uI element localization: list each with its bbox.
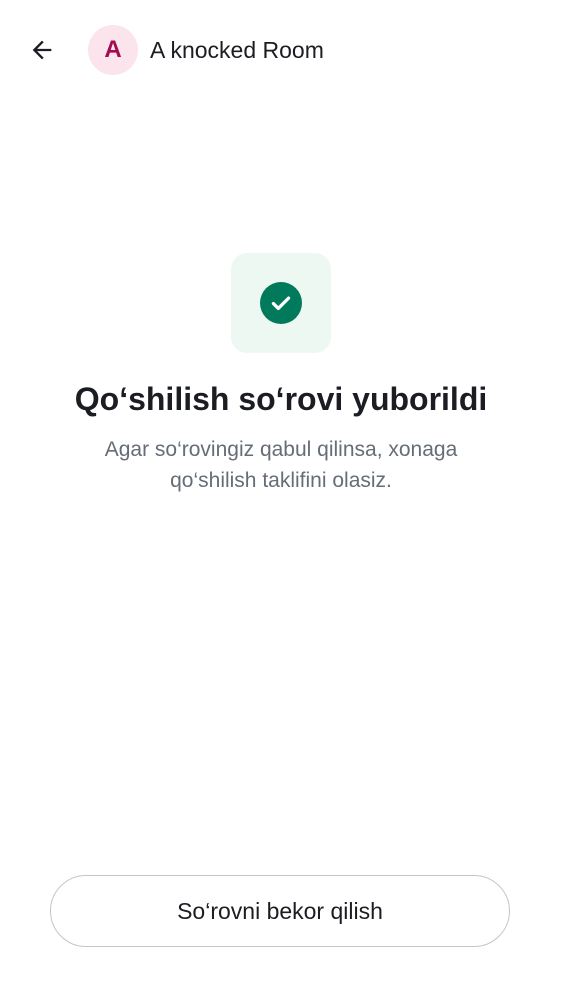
room-name: A knocked Room: [150, 37, 324, 63]
status-subtitle: Agar so‘rovingiz qabul qilinsa, xonaga q…: [104, 438, 458, 492]
arrow-left-icon: [32, 40, 52, 60]
top-app-bar: A A knocked Room: [0, 0, 562, 100]
check-circle-icon: [260, 282, 302, 324]
room-avatar[interactable]: A: [88, 25, 138, 75]
status-title: Qo‘shilish so‘rovi yuborildi: [74, 381, 488, 417]
status-icon-container: [231, 253, 331, 353]
cancel-request-button[interactable]: So‘rovni bekor qilish: [50, 875, 510, 947]
back-button[interactable]: [18, 26, 66, 74]
